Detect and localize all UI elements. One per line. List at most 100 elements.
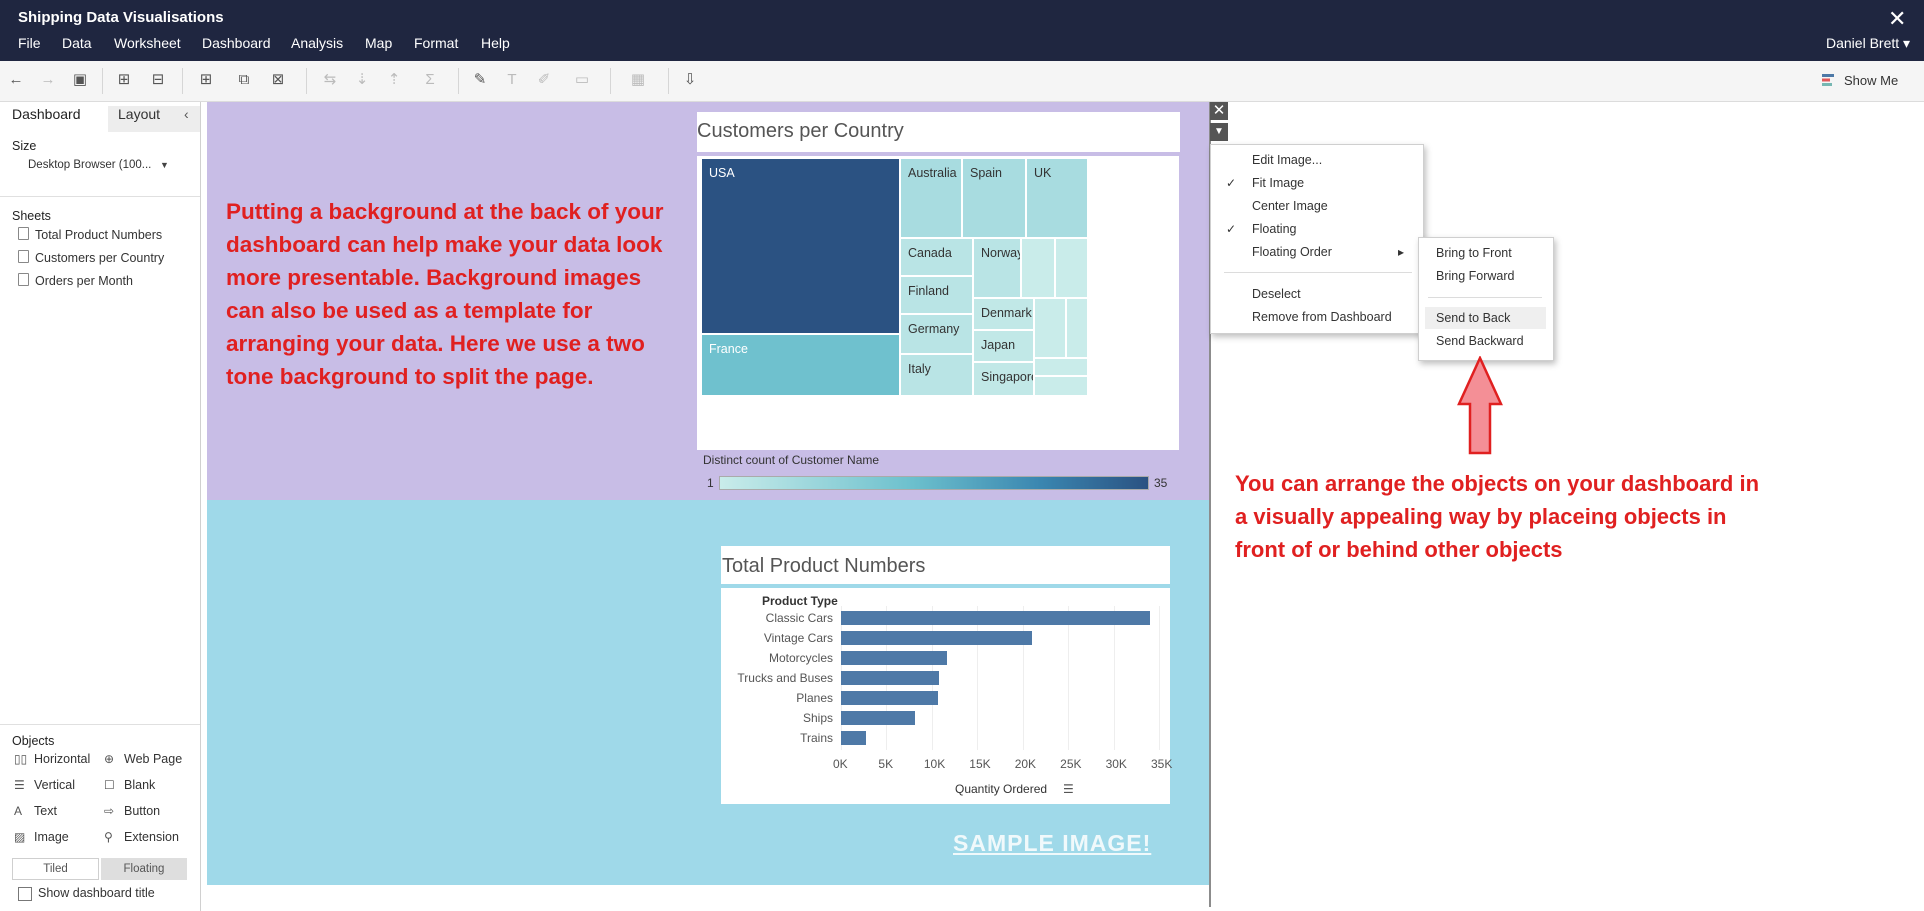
undo-icon[interactable]: ←	[6, 70, 26, 90]
menu-file[interactable]: File	[18, 35, 41, 51]
menu-item-fit-image[interactable]: Fit Image	[1252, 176, 1304, 190]
treemap-cell[interactable]	[1055, 238, 1088, 298]
object-extension[interactable]: ⚲ Extension	[104, 830, 179, 844]
gridline	[977, 606, 979, 750]
menu-separator	[1224, 272, 1412, 273]
menu-map[interactable]: Map	[365, 35, 392, 51]
sheet-item-total-product-numbers[interactable]: Total Product Numbers	[18, 227, 162, 242]
bar-ships[interactable]	[841, 711, 915, 725]
size-dropdown[interactable]: Desktop Browser (100...	[28, 159, 151, 171]
object-image[interactable]: ▨ Image	[14, 830, 69, 844]
format-workbook-icon[interactable]: ✐	[534, 70, 554, 90]
color-legend-bar[interactable]	[719, 476, 1149, 490]
treemap-chart[interactable]: USA France Australia Spain UK Canada Norway Fin…	[697, 156, 1179, 450]
toolbar-separator	[458, 68, 459, 94]
sheet-icon	[18, 273, 29, 286]
bar-planes[interactable]	[841, 691, 939, 705]
treemap-cell[interactable]	[1034, 358, 1088, 376]
check-icon: ✓	[1226, 222, 1237, 236]
collapse-pane-icon[interactable]: ‹	[184, 106, 189, 122]
highlight-icon[interactable]: ✎	[470, 70, 490, 90]
object-blank[interactable]: ☐ Blank	[104, 778, 155, 792]
show-me-icon[interactable]	[1822, 74, 1834, 86]
sheet-item-orders-per-month[interactable]: Orders per Month	[18, 273, 133, 288]
object-vertical[interactable]: ☰ Vertical	[14, 778, 75, 792]
download-icon[interactable]: ⇩	[680, 70, 700, 90]
bar-vintage-cars[interactable]	[841, 631, 1033, 645]
sort-ascending-icon[interactable]: ⇣	[352, 70, 372, 90]
treemap-cell-australia[interactable]: Australia	[900, 158, 962, 238]
pause-updates-icon[interactable]: ⊟	[148, 70, 168, 90]
treemap-cell-denmark[interactable]: Denmark	[973, 298, 1034, 330]
menu-item-center-image[interactable]: Center Image	[1252, 199, 1328, 213]
fit-icon[interactable]: ▭	[572, 70, 592, 90]
treemap-cell[interactable]	[1066, 298, 1088, 358]
sort-icon[interactable]: ☰	[1063, 782, 1074, 796]
duplicate-icon[interactable]: ⧉	[234, 70, 254, 90]
treemap-cell[interactable]	[1021, 238, 1055, 298]
treemap-cell-germany[interactable]: Germany	[900, 314, 973, 354]
treemap-cell-japan[interactable]: Japan	[973, 330, 1034, 362]
object-menu-icon[interactable]: ▼	[1210, 123, 1228, 141]
menu-item-bring-to-front[interactable]: Bring to Front	[1436, 246, 1512, 260]
treemap-cell-finland[interactable]: Finland	[900, 276, 973, 314]
new-data-source-icon[interactable]: ⊞	[114, 70, 134, 90]
bar-motorcycles[interactable]	[841, 651, 947, 665]
remove-object-icon[interactable]: ✕	[1210, 102, 1228, 120]
menu-item-floating[interactable]: Floating	[1252, 222, 1296, 236]
menu-item-floating-order[interactable]: Floating Order	[1252, 245, 1332, 259]
object-button[interactable]: ⇨ Button	[104, 804, 160, 818]
redo-icon[interactable]: →	[38, 70, 58, 90]
menu-data[interactable]: Data	[62, 35, 92, 51]
menu-item-edit-image[interactable]: Edit Image...	[1252, 153, 1322, 167]
x-tick-label: 15K	[969, 757, 991, 771]
swap-icon[interactable]: ⇆	[320, 70, 340, 90]
clear-sheet-icon[interactable]: ⊠	[268, 70, 288, 90]
bar-classic-cars[interactable]	[841, 611, 1150, 625]
x-tick-label: 35K	[1151, 757, 1173, 771]
presentation-mode-icon[interactable]: ▦	[628, 70, 648, 90]
save-icon[interactable]: ▣	[70, 70, 90, 90]
toolbar-separator	[182, 68, 183, 94]
menu-item-send-backward[interactable]: Send Backward	[1436, 334, 1524, 348]
treemap-cell-usa[interactable]: USA	[701, 158, 900, 334]
menu-item-deselect[interactable]: Deselect	[1252, 287, 1301, 301]
menu-worksheet[interactable]: Worksheet	[114, 35, 181, 51]
object-web-page[interactable]: ⊕ Web Page	[104, 752, 182, 766]
treemap-cell[interactable]	[1034, 298, 1066, 358]
object-text[interactable]: A Text	[14, 804, 57, 818]
treemap-cell-canada[interactable]: Canada	[900, 238, 973, 276]
object-label: Horizontal	[34, 752, 91, 766]
show-dashboard-title-checkbox[interactable]	[18, 887, 32, 901]
sort-descending-icon[interactable]: ⇡	[384, 70, 404, 90]
sheet-item-customers-per-country[interactable]: Customers per Country	[18, 250, 164, 265]
treemap-cell-france[interactable]: France	[701, 334, 900, 396]
menu-format[interactable]: Format	[414, 35, 458, 51]
menu-item-send-to-back[interactable]: Send to Back	[1436, 311, 1510, 325]
new-worksheet-icon[interactable]: ⊞	[196, 70, 216, 90]
treemap-cell-norway[interactable]: Norway	[973, 238, 1021, 298]
treemap-cell[interactable]	[1034, 376, 1088, 396]
bar-trains[interactable]	[841, 731, 866, 745]
chevron-down-icon[interactable]: ▼	[160, 160, 169, 170]
show-me-button[interactable]: Show Me	[1844, 73, 1898, 88]
user-menu[interactable]: Daniel Brett ▾	[1826, 35, 1910, 52]
menu-analysis[interactable]: Analysis	[291, 35, 343, 51]
menu-help[interactable]: Help	[481, 35, 510, 51]
treemap-cell-italy[interactable]: Italy	[900, 354, 973, 396]
bar-trucks-and-buses[interactable]	[841, 671, 939, 685]
treemap-cell-uk[interactable]: UK	[1026, 158, 1088, 238]
tiled-toggle[interactable]: Tiled	[12, 858, 99, 880]
menu-dashboard[interactable]: Dashboard	[202, 35, 271, 51]
menu-item-bring-forward[interactable]: Bring Forward	[1436, 269, 1515, 283]
floating-toggle[interactable]: Floating	[101, 858, 187, 880]
treemap-cell-spain[interactable]: Spain	[962, 158, 1026, 238]
window-close-icon[interactable]: ✕	[1888, 6, 1906, 32]
show-labels-icon[interactable]: T	[502, 70, 522, 90]
totals-icon[interactable]: Σ	[420, 70, 440, 90]
menu-item-remove-from-dashboard[interactable]: Remove from Dashboard	[1252, 310, 1392, 324]
treemap-cell-singapore[interactable]: Singapore	[973, 362, 1034, 396]
title-bar	[0, 0, 1924, 61]
tab-dashboard[interactable]: Dashboard	[12, 106, 81, 122]
object-horizontal[interactable]: ▯▯ Horizontal	[14, 752, 90, 766]
